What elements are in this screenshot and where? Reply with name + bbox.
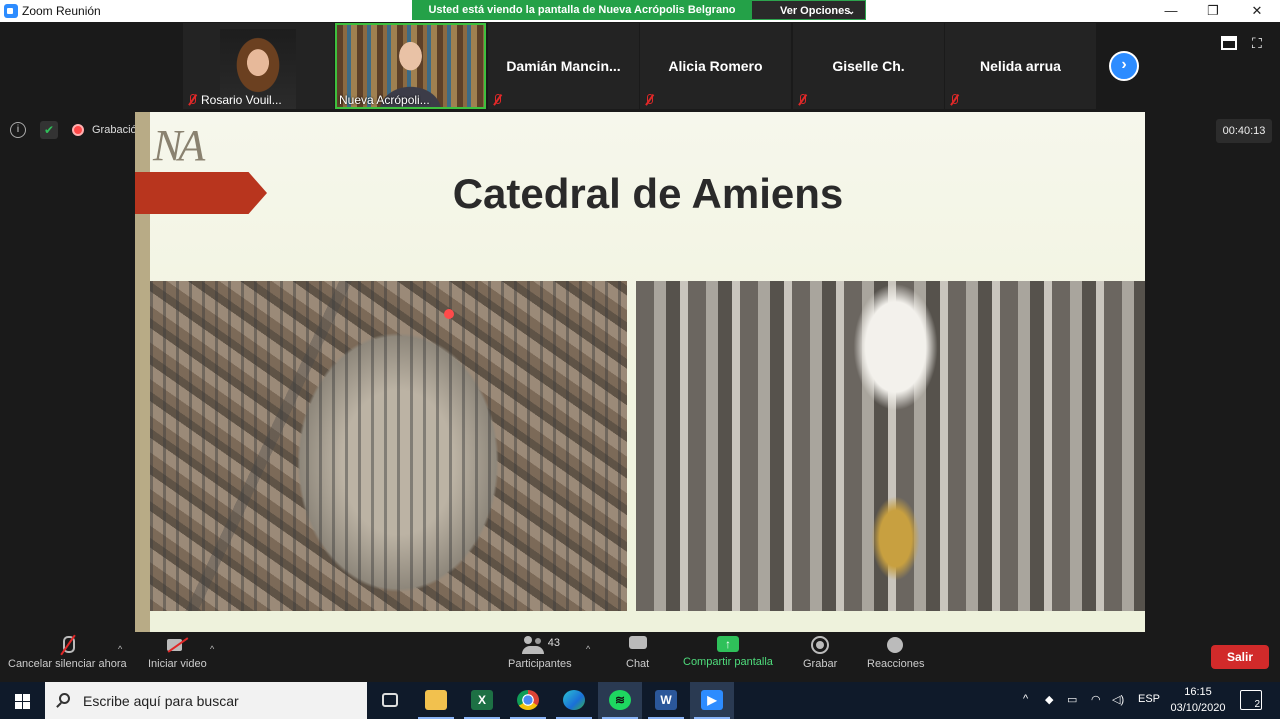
- spotify-icon[interactable]: ≋: [598, 682, 642, 719]
- mic-muted-icon: [56, 636, 78, 654]
- record-button[interactable]: Grabar: [803, 636, 837, 670]
- tray-expand-icon[interactable]: ^: [1023, 693, 1028, 705]
- video-options-caret-icon[interactable]: ^: [210, 644, 214, 654]
- shared-screen: NA Catedral de Amiens: [135, 112, 1145, 632]
- minimize-button[interactable]: —: [1150, 0, 1192, 22]
- participants-icon: [521, 636, 544, 654]
- notification-count: 2: [1254, 699, 1260, 710]
- participant-name: Nelida arrua: [980, 58, 1061, 74]
- view-options-label: Ver Opciones: [780, 5, 851, 17]
- cathedral-interior-image: [636, 281, 1145, 611]
- share-screen-label: Compartir pantalla: [683, 656, 773, 668]
- participants-count: 43: [547, 637, 561, 649]
- reactions-button[interactable]: Reacciones: [867, 636, 924, 670]
- dropbox-icon[interactable]: ◆: [1045, 693, 1053, 706]
- clock-time: 16:15: [1184, 686, 1212, 698]
- chevron-right-icon[interactable]: ›: [1109, 51, 1139, 81]
- chrome-icon[interactable]: [506, 682, 550, 719]
- chat-button[interactable]: Chat: [626, 636, 649, 670]
- zoom-taskbar-icon[interactable]: ▶: [690, 682, 734, 719]
- slide-logo: NA: [153, 121, 205, 170]
- share-screen-button[interactable]: ↑ Compartir pantalla: [683, 636, 773, 668]
- chevron-down-icon: ⌄: [847, 6, 855, 16]
- wifi-icon[interactable]: ◠: [1091, 693, 1101, 706]
- participant-tile[interactable]: Rosario Vouil...: [183, 23, 334, 109]
- clock-date: 03/10/2020: [1170, 702, 1226, 714]
- close-button[interactable]: ✕: [1236, 0, 1278, 22]
- meeting-timer: 00:40:13: [1216, 119, 1272, 143]
- unmute-button[interactable]: Cancelar silenciar ahora: [8, 636, 127, 670]
- volume-icon[interactable]: ◁): [1112, 693, 1124, 706]
- participant-name: Nueva Acrópoli...: [339, 93, 430, 107]
- record-label: Grabar: [803, 658, 838, 670]
- meeting-toolbar: Cancelar silenciar ahora ^ Iniciar video…: [0, 632, 1280, 682]
- info-icon[interactable]: i: [10, 122, 26, 138]
- remote-pointer-icon: [444, 309, 454, 319]
- task-view-icon[interactable]: [368, 682, 412, 719]
- start-video-button[interactable]: Iniciar video: [148, 636, 207, 670]
- record-icon: [809, 636, 831, 654]
- unmute-label: Cancelar silenciar ahora: [8, 658, 127, 670]
- zoom-app-icon: [4, 4, 18, 18]
- mic-muted-icon: [644, 94, 654, 106]
- restore-button[interactable]: ❐: [1192, 0, 1234, 22]
- participant-name: Giselle Ch.: [832, 58, 905, 74]
- participant-name: Alicia Romero: [668, 58, 763, 74]
- notifications-icon[interactable]: 2: [1240, 690, 1262, 710]
- participant-tile[interactable]: Alicia Romero: [640, 23, 791, 109]
- participant-tile[interactable]: Nelida arrua: [945, 23, 1096, 109]
- camera-off-icon: [166, 636, 188, 654]
- chat-icon: [627, 636, 649, 654]
- edge-icon[interactable]: [552, 682, 596, 719]
- participant-tile[interactable]: Damián Mancin...: [488, 23, 639, 109]
- participants-label: Participantes: [508, 658, 572, 670]
- reactions-label: Reacciones: [867, 658, 925, 670]
- view-options-button[interactable]: Ver Opciones ⌄: [752, 0, 866, 20]
- taskbar-search-input[interactable]: Escribe aquí para buscar: [45, 682, 367, 719]
- mic-muted-icon: [492, 94, 502, 106]
- layout-icon[interactable]: [1221, 36, 1237, 50]
- leave-meeting-button[interactable]: Salir: [1211, 645, 1269, 669]
- participants-button[interactable]: 43 Participantes: [508, 636, 572, 670]
- recording-icon: [72, 124, 84, 136]
- word-icon[interactable]: W: [644, 682, 688, 719]
- participant-tile-active-speaker[interactable]: Nueva Acrópoli...: [335, 23, 502, 109]
- mic-muted-icon: [797, 94, 807, 106]
- participant-tile[interactable]: Giselle Ch.: [793, 23, 944, 109]
- window-title: Zoom Reunión: [22, 4, 101, 18]
- audio-options-caret-icon[interactable]: ^: [118, 644, 122, 654]
- participant-name: Rosario Vouil...: [201, 93, 282, 107]
- share-screen-icon: ↑: [716, 636, 739, 652]
- search-icon: [59, 693, 70, 704]
- smiley-icon: [885, 636, 907, 654]
- file-explorer-icon[interactable]: [414, 682, 458, 719]
- input-language[interactable]: ESP: [1138, 693, 1160, 705]
- start-video-label: Iniciar video: [148, 658, 207, 670]
- windows-start-icon[interactable]: [0, 682, 44, 719]
- search-placeholder: Escribe aquí para buscar: [83, 693, 239, 709]
- screen-share-banner: Usted está viendo la pantalla de Nueva A…: [412, 0, 752, 20]
- chat-label: Chat: [626, 658, 650, 670]
- mic-muted-icon: [187, 94, 197, 106]
- battery-icon[interactable]: ▭: [1067, 693, 1077, 706]
- participants-caret-icon[interactable]: ^: [586, 644, 590, 654]
- fullscreen-icon[interactable]: ⛶: [1252, 36, 1268, 50]
- taskbar-clock[interactable]: 16:15 03/10/2020: [1168, 684, 1228, 716]
- mic-muted-icon: [949, 94, 959, 106]
- participant-name: Damián Mancin...: [506, 58, 621, 74]
- shield-icon[interactable]: ✔: [40, 121, 58, 139]
- cathedral-exterior-image: [150, 281, 627, 611]
- excel-icon[interactable]: X: [460, 682, 504, 719]
- slide-title: Catedral de Amiens: [452, 170, 844, 217]
